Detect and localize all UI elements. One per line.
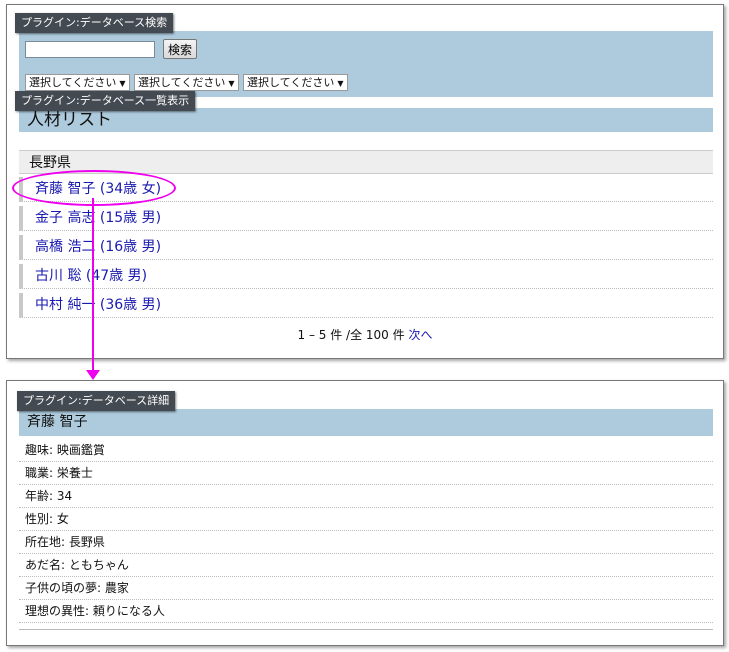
filter-select-1-value: 選択してください: [29, 76, 117, 89]
list-item[interactable]: 中村 純一 (36歳 男): [19, 293, 713, 318]
detail-row: 所在地: 長野県: [19, 531, 713, 554]
pagination-range: 1 – 5 件 /全 100 件: [297, 328, 405, 342]
chevron-down-icon: ▼: [337, 79, 344, 88]
chevron-down-icon: ▼: [119, 79, 126, 88]
filter-select-1[interactable]: 選択してください ▼: [25, 74, 130, 91]
search-button[interactable]: 検索: [163, 39, 198, 59]
detail-row: あだ名: ともちゃん: [19, 554, 713, 577]
bottom-panel: プラグイン:データベース詳細 斉藤 智子 趣味: 映画鑑賞 職業: 栄養士 年齢…: [6, 380, 724, 646]
arrow-line: [92, 198, 94, 372]
list-title: 人材リスト: [19, 108, 713, 132]
detail-plugin-tag: プラグイン:データベース詳細: [17, 391, 176, 411]
detail-title: 斉藤 智子: [19, 409, 713, 436]
list-item[interactable]: 古川 聡 (47歳 男): [19, 264, 713, 289]
detail-divider: [19, 629, 713, 630]
detail-row: 趣味: 映画鑑賞: [19, 439, 713, 462]
detail-row: 子供の頃の夢: 農家: [19, 577, 713, 600]
search-input[interactable]: [25, 41, 155, 58]
filter-select-3[interactable]: 選択してください ▼: [243, 74, 348, 91]
detail-row: 年齢: 34: [19, 485, 713, 508]
filter-select-2[interactable]: 選択してください ▼: [134, 74, 239, 91]
search-box: 検索 選択してください ▼ 選択してください ▼ 選択してください ▼: [19, 31, 713, 97]
list-item[interactable]: 高橋 浩二 (16歳 男): [19, 235, 713, 260]
highlight-ellipse: [12, 170, 176, 206]
next-page-link[interactable]: 次へ: [408, 328, 432, 342]
filter-select-2-value: 選択してください: [138, 76, 226, 89]
pagination: 1 – 5 件 /全 100 件 次へ: [7, 326, 723, 343]
detail-row: 性別: 女: [19, 508, 713, 531]
detail-row: 理想の異性: 頼りになる人: [19, 600, 713, 623]
list-item[interactable]: 金子 高志 (15歳 男): [19, 206, 713, 231]
chevron-down-icon: ▼: [228, 79, 235, 88]
arrow-head-icon: [86, 370, 100, 380]
list-plugin-tag: プラグイン:データベース一覧表示: [15, 91, 196, 111]
filter-select-3-value: 選択してください: [247, 76, 335, 89]
search-plugin-tag: プラグイン:データベース検索: [15, 13, 174, 33]
detail-row: 職業: 栄養士: [19, 462, 713, 485]
